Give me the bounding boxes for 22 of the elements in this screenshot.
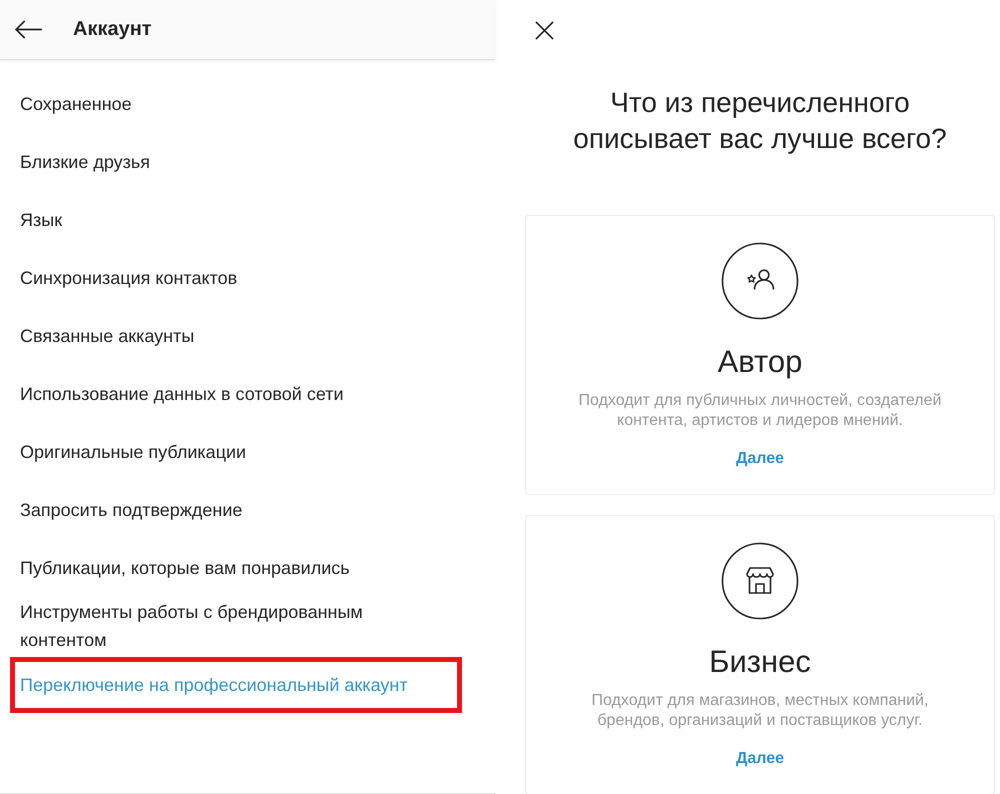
question-heading: Что из перечисленного описывает вас лучше всего? [572,86,948,156]
option-title: Автор [718,343,802,381]
menu-item[interactable]: Инструменты работы с брендированным контентом [0,597,420,655]
menu-item[interactable]: Близкие друзья [0,133,420,191]
option-card[interactable]: Бизнес Подходит для магазинов, местных компаний, брендов, организаций и поставщиков услуг. Далее [525,515,995,794]
storefront-icon [721,542,799,620]
star-person-icon [721,242,799,320]
option-title: Бизнес [709,643,811,681]
screen-title: Аккаунт [73,18,152,41]
option-description: Подходит для публичных личностей, создателей контента, артистов и лидеров мнений. [578,391,942,431]
option-description: Подходит для магазинов, местных компаний, брендов, организаций и поставщиков услуг. [590,691,930,731]
menu-item[interactable]: Использование данных в сотовой сети [0,365,420,423]
close-icon[interactable] [535,21,554,40]
menu-item[interactable]: Связанные аккаунты [0,307,420,365]
menu-item[interactable]: Язык [0,191,420,249]
menu-item[interactable]: Сохраненное [0,75,420,133]
option-card[interactable]: Автор Подходит для публичных личностей, создателей контента, артистов и лидеров мнений. Далее [525,215,995,495]
back-arrow-icon[interactable] [14,20,43,39]
menu-item[interactable]: Синхронизация контактов [0,249,420,307]
menu-item[interactable]: Оригинальные публикации [0,423,420,481]
menu-item[interactable]: Запросить подтверждение [0,481,420,539]
menu-item[interactable]: Публикации, которые вам понравились [0,539,420,597]
